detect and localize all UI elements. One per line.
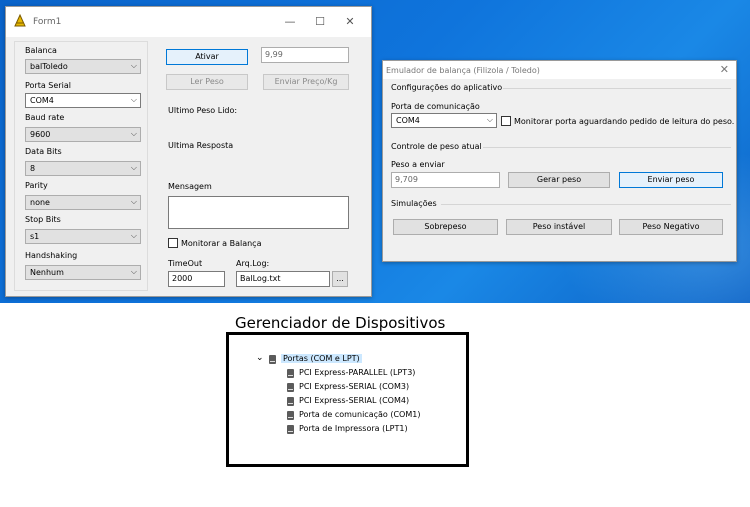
device-manager-tree: ⌄ Portas (COM e LPT) PCI Express-PARALLE… [226,332,469,467]
baud-rate-value: 9600 [30,130,51,139]
timeout-label: TimeOut [168,259,203,268]
chevron-down-icon: ⌵ [486,115,493,124]
stop-bits-value: s1 [30,232,40,241]
port-icon [287,397,294,406]
maximize-icon[interactable]: ☐ [308,13,332,31]
data-bits-value: 8 [30,164,36,173]
baud-rate-select[interactable]: 9600 ⌵ [25,127,141,142]
port-icon [287,411,294,420]
port-icon [269,355,276,364]
port-icon [287,425,294,434]
monitorar-porta-label: Monitorar porta aguardando pedido de lei… [514,117,735,126]
peso-enviar-label: Peso a enviar [391,160,445,169]
balanca-value: balToledo [30,62,68,71]
porta-serial-label: Porta Serial [25,81,71,90]
category-portas[interactable]: Portas (COM e LPT) [281,354,362,363]
form1-window: Form1 — ☐ ✕ Balanca balToledo ⌵ Porta Ser… [5,6,372,297]
handshaking-select[interactable]: Nenhum ⌵ [25,265,141,280]
baud-rate-label: Baud rate [25,113,65,122]
tree-item-com3[interactable]: PCI Express-SERIAL (COM3) [299,382,409,391]
emulator-window: Emulador de balança (Filizola / Toledo) … [382,60,737,262]
enviar-peso-button[interactable]: Enviar peso [619,172,723,188]
parity-value: none [30,198,50,207]
porta-serial-value: COM4 [30,96,54,105]
peso-field[interactable]: 9,99 [261,47,349,63]
chevron-down-icon: ⌵ [130,61,137,70]
config-group-label: Configurações do aplicativo [391,83,503,92]
tree-item-lpt1[interactable]: Porta de Impressora (LPT1) [299,424,408,433]
group-divider [503,88,731,89]
close-icon[interactable]: ✕ [720,63,729,76]
timeout-input[interactable]: 2000 [168,271,225,287]
group-divider [483,147,731,148]
tree-item-com4[interactable]: PCI Express-SERIAL (COM4) [299,396,409,405]
group-divider [441,204,731,205]
sobrepeso-button[interactable]: Sobrepeso [393,219,498,235]
device-manager-heading: Gerenciador de Dispositivos [235,314,446,332]
chevron-down-icon: ⌵ [130,197,137,206]
controle-group-label: Controle de peso atual [391,142,482,151]
porta-comunicacao-value: COM4 [396,116,420,125]
mensagem-textarea[interactable] [168,196,349,229]
simulacoes-group-label: Simulações [391,199,437,208]
chevron-down-icon: ⌵ [130,231,137,240]
emulator-title: Emulador de balança (Filizola / Toledo) [386,66,540,75]
peso-instavel-button[interactable]: Peso instável [506,219,612,235]
peso-negativo-button[interactable]: Peso Negativo [619,219,723,235]
handshaking-value: Nenhum [30,268,64,277]
porta-comunicacao-select[interactable]: COM4 ⌵ [391,113,497,128]
browse-button[interactable]: ... [332,271,348,287]
ler-peso-button[interactable]: Ler Peso [166,74,248,90]
chevron-down-icon: ⌵ [130,267,137,276]
arqlog-label: Arq.Log: [236,259,270,268]
tree-item-lpt3[interactable]: PCI Express-PARALLEL (LPT3) [299,368,415,377]
monitorar-checkbox[interactable] [168,238,178,248]
tree-item-com1[interactable]: Porta de comunicação (COM1) [299,410,420,419]
minimize-icon[interactable]: — [278,13,302,31]
peso-enviar-input[interactable]: 9,709 [391,172,500,188]
arqlog-input[interactable]: BalLog.txt [236,271,330,287]
app-icon [14,14,26,27]
port-icon [287,369,294,378]
expand-chevron-icon[interactable]: ⌄ [256,353,264,363]
balanca-select[interactable]: balToledo ⌵ [25,59,141,74]
window-title: Form1 [33,17,62,27]
stop-bits-label: Stop Bits [25,215,61,224]
porta-comunicacao-label: Porta de comunicação [391,102,480,111]
ultimo-peso-label: Ultimo Peso Lido: [168,106,238,115]
parity-select[interactable]: none ⌵ [25,195,141,210]
gerar-peso-button[interactable]: Gerar peso [508,172,610,188]
chevron-down-icon: ⌵ [130,129,137,138]
monitorar-porta-checkbox[interactable] [501,116,511,126]
porta-serial-select[interactable]: COM4 ⌵ [25,93,141,108]
ultima-resposta-label: Ultima Resposta [168,141,234,150]
balanca-label: Balanca [25,46,57,55]
chevron-down-icon: ⌵ [130,95,137,104]
chevron-down-icon: ⌵ [130,163,137,172]
data-bits-select[interactable]: 8 ⌵ [25,161,141,176]
stop-bits-select[interactable]: s1 ⌵ [25,229,141,244]
handshaking-label: Handshaking [25,251,78,260]
port-icon [287,383,294,392]
close-icon[interactable]: ✕ [338,13,362,31]
monitorar-label: Monitorar a Balança [181,239,262,248]
enviar-preco-button[interactable]: Enviar Preço/Kg [263,74,349,90]
data-bits-label: Data Bits [25,147,62,156]
emulator-titlebar[interactable]: Emulador de balança (Filizola / Toledo) … [383,61,736,79]
ativar-button[interactable]: Ativar [166,49,248,65]
mensagem-label: Mensagem [168,182,212,191]
form1-titlebar[interactable]: Form1 — ☐ ✕ [6,7,371,37]
parity-label: Parity [25,181,48,190]
